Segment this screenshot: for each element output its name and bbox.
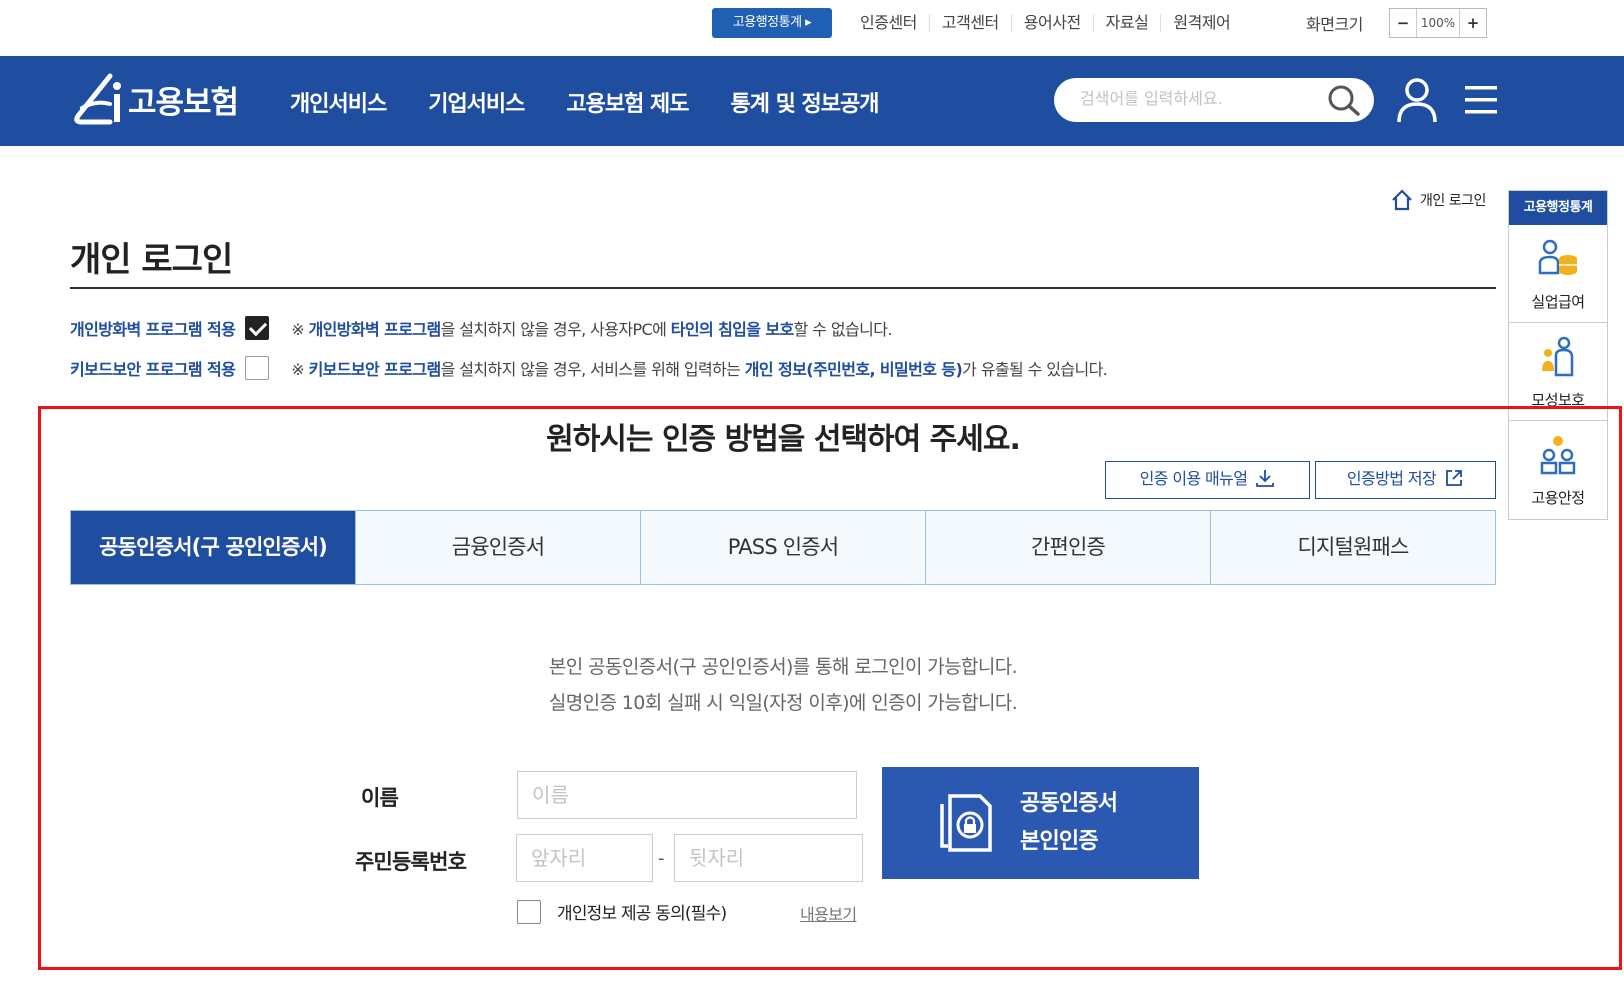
auth-description-line2: 실명인증 10회 실패 시 익일(자정 이후)에 인증이 가능합니다. xyxy=(548,692,1018,714)
title-divider xyxy=(70,287,1496,289)
search-input[interactable] xyxy=(1080,89,1320,108)
auth-description-line1: 본인 공동인증서(구 공인인증서)를 통해 로그인이 가능합니다. xyxy=(548,656,1018,678)
rrn-separator: - xyxy=(658,848,665,869)
quick-menu-header[interactable]: 고용행정통계 xyxy=(1509,191,1607,225)
keyboard-checkbox[interactable] xyxy=(245,356,270,380)
privacy-consent-checkbox[interactable] xyxy=(517,899,541,924)
zoom-control: − 100% + xyxy=(1389,8,1487,38)
link-glossary[interactable]: 용어사전 xyxy=(1010,14,1093,32)
zoom-out-button[interactable]: − xyxy=(1390,9,1416,37)
auth-method-tabs: 공동인증서(구 공인인증서) 금융인증서 PASS 인증서 간편인증 디지털원패… xyxy=(70,510,1496,585)
name-input[interactable] xyxy=(517,771,857,819)
stats-button[interactable]: 고용행정통계 ▸ xyxy=(712,8,832,38)
breadcrumb: 개인 로그인 xyxy=(1390,188,1486,212)
zoom-label: 화면크기 xyxy=(1306,15,1363,34)
home-icon[interactable] xyxy=(1390,188,1414,212)
utility-links: 인증센터 고객센터 용어사전 자료실 원격제어 xyxy=(848,10,1242,36)
link-customer-center[interactable]: 고객센터 xyxy=(928,14,1011,32)
search-box xyxy=(1054,78,1374,122)
cert-button-line1: 공동인증서 xyxy=(1020,791,1118,816)
link-auth-center[interactable]: 인증센터 xyxy=(848,14,929,32)
firewall-checkbox[interactable] xyxy=(245,316,270,340)
utility-bar: 고용행정통계 ▸ 인증센터 고객센터 용어사전 자료실 원격제어 화면크기 − … xyxy=(0,0,1624,56)
site-logo[interactable]: 고용보험 xyxy=(70,72,239,126)
gnb-menu: 개인서비스 기업서비스 고용보험 제도 통계 및 정보공개 xyxy=(290,86,921,118)
name-label: 이름 xyxy=(361,786,399,810)
rrn-label: 주민등록번호 xyxy=(355,850,467,874)
firewall-note: ※ 개인방화벽 프로그램을 설치하지 않을 경우, 사용자PC에 타인의 침입을… xyxy=(291,320,892,339)
external-link-icon xyxy=(1446,470,1463,486)
cert-button-line2: 본인인증 xyxy=(1020,829,1099,854)
link-resources[interactable]: 자료실 xyxy=(1092,14,1161,32)
keyboard-option-label: 키보드보안 프로그램 적용 xyxy=(70,360,236,379)
keyboard-note: ※ 키보드보안 프로그램을 설치하지 않을 경우, 서비스를 위해 입력하는 개… xyxy=(291,360,1108,379)
menu-insurance-system[interactable]: 고용보험 제도 xyxy=(566,86,689,118)
link-remote-control[interactable]: 원격제어 xyxy=(1160,14,1242,32)
auth-section-title: 원하시는 인증 방법을 선택하여 주세요. xyxy=(546,422,1021,457)
tab-simple-auth[interactable]: 간편인증 xyxy=(925,511,1210,584)
search-icon[interactable] xyxy=(1326,83,1362,117)
tab-digital-onepass[interactable]: 디지털원패스 xyxy=(1210,511,1495,584)
tab-joint-certificate[interactable]: 공동인증서(구 공인인증서) xyxy=(71,511,355,584)
joint-certificate-auth-button[interactable]: 공동인증서 본인인증 xyxy=(882,767,1199,879)
download-icon xyxy=(1256,470,1275,487)
menu-business-services[interactable]: 기업서비스 xyxy=(428,86,525,118)
main-navigation: 고용보험 개인서비스 기업서비스 고용보험 제도 통계 및 정보공개 xyxy=(0,56,1624,146)
firewall-option-row: 개인방화벽 프로그램 적용 ※ 개인방화벽 프로그램을 설치하지 않을 경우, … xyxy=(70,316,892,340)
privacy-consent: 개인정보 제공 동의(필수) xyxy=(517,899,727,924)
keyboard-option-row: 키보드보안 프로그램 적용 ※ 키보드보안 프로그램을 설치하지 않을 경우, … xyxy=(70,356,1108,380)
rrn-back-input[interactable] xyxy=(674,834,863,882)
certificate-lock-icon xyxy=(940,794,992,852)
tab-financial-certificate[interactable]: 금융인증서 xyxy=(355,511,640,584)
breadcrumb-current: 개인 로그인 xyxy=(1420,193,1486,209)
rrn-front-input[interactable] xyxy=(516,834,653,882)
menu-personal-services[interactable]: 개인서비스 xyxy=(290,86,387,118)
save-auth-method-button[interactable]: 인증방법 저장 xyxy=(1315,461,1496,499)
page-title: 개인 로그인 xyxy=(70,240,233,280)
privacy-consent-label[interactable]: 개인정보 제공 동의(필수) xyxy=(557,899,727,924)
logo-icon xyxy=(74,73,121,125)
zoom-in-button[interactable]: + xyxy=(1460,9,1486,37)
quick-item-unemployment[interactable]: 실업급여 xyxy=(1509,225,1607,323)
user-icon[interactable] xyxy=(1396,76,1438,124)
tab-pass-certificate[interactable]: PASS 인증서 xyxy=(640,511,925,584)
auth-manual-button[interactable]: 인증 이용 매뉴얼 xyxy=(1105,461,1310,499)
zoom-value: 100% xyxy=(1416,9,1460,37)
hamburger-menu-icon[interactable] xyxy=(1463,84,1499,116)
menu-statistics[interactable]: 통계 및 정보공개 xyxy=(731,86,880,118)
logo-text: 고용보험 xyxy=(128,84,239,121)
firewall-option-label: 개인방화벽 프로그램 적용 xyxy=(70,320,236,339)
unemployment-benefit-icon xyxy=(1538,239,1577,275)
maternity-protection-icon xyxy=(1542,336,1574,377)
quick-item-label: 실업급여 xyxy=(1531,293,1585,311)
view-terms-link[interactable]: 내용보기 xyxy=(800,901,857,925)
